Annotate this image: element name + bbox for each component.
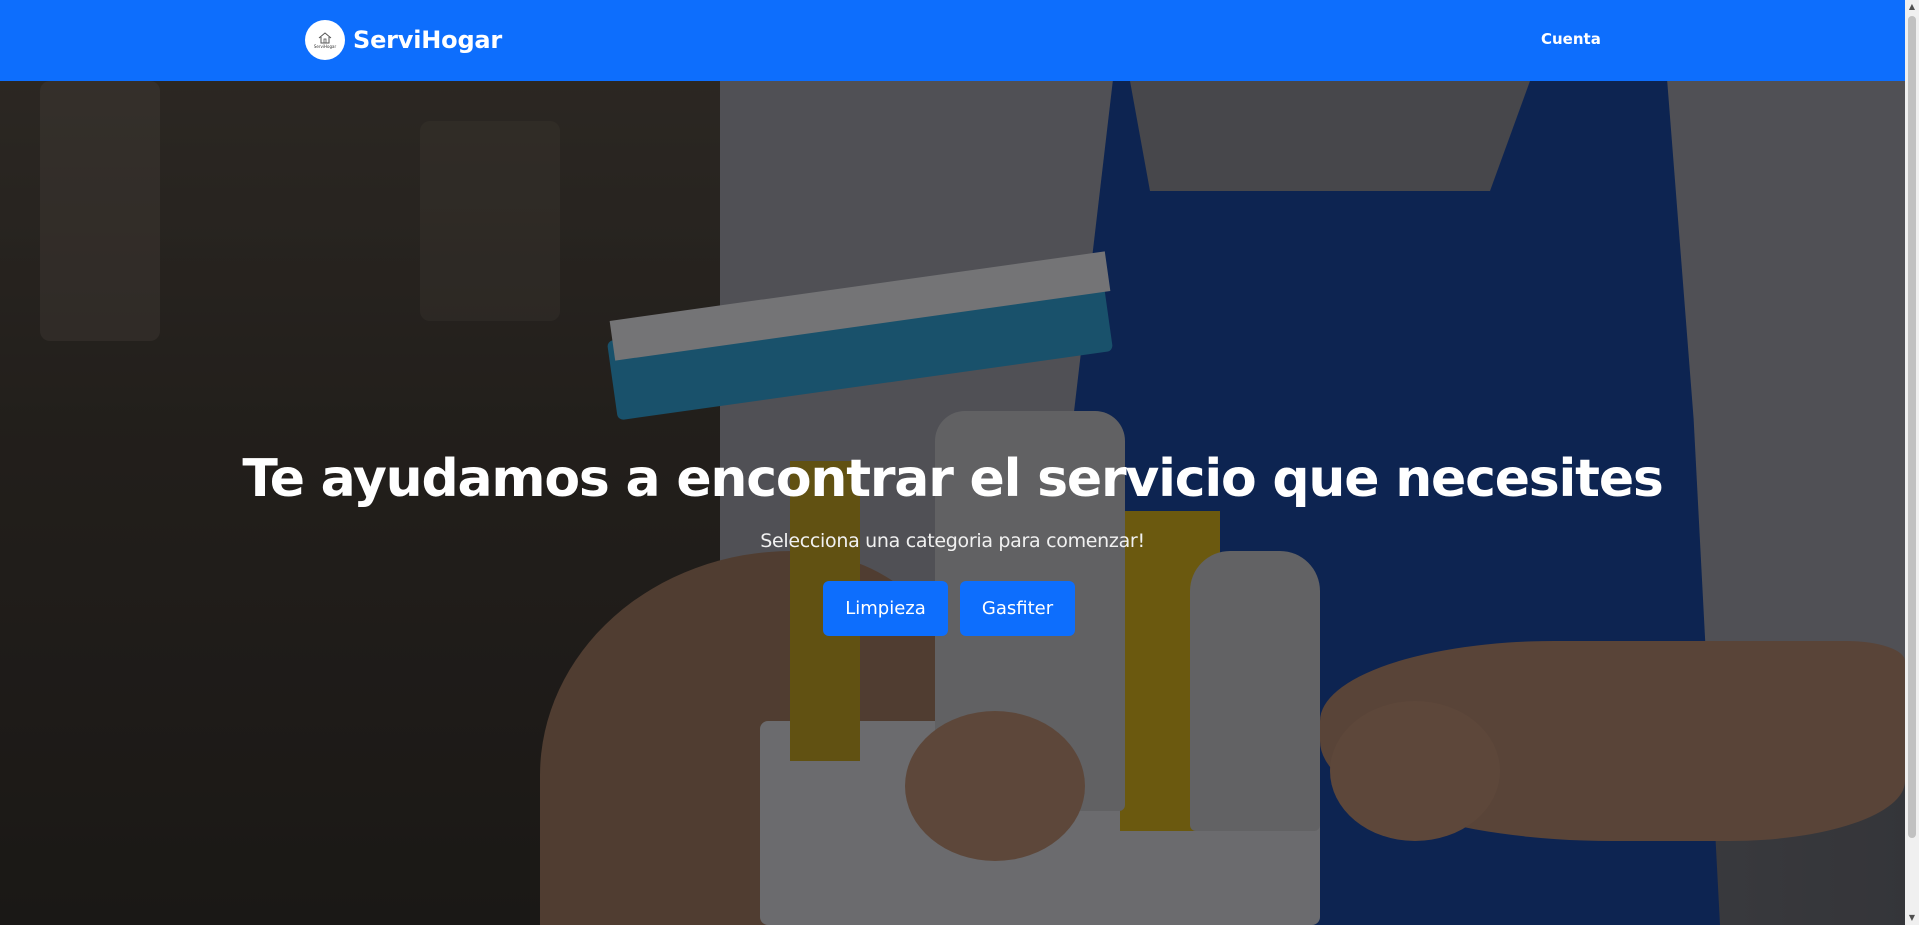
viewport: ServiHogar ServiHogar Cuenta Te ayudamos…: [0, 0, 1919, 925]
triangle-up-icon[interactable]: ▲: [1905, 0, 1919, 14]
scrollbar-thumb[interactable]: [1908, 16, 1916, 838]
vertical-scrollbar[interactable]: ▲ ▼: [1905, 0, 1919, 925]
category-button-gasfiter[interactable]: Gasfiter: [960, 581, 1075, 636]
category-button-limpieza[interactable]: Limpieza: [823, 581, 948, 636]
navbar: ServiHogar ServiHogar Cuenta: [0, 0, 1905, 81]
hero-section: Te ayudamos a encontrar el servicio que …: [0, 81, 1905, 925]
hero-subtitle: Selecciona una categoria para comenzar!: [760, 530, 1145, 552]
house-icon: [318, 31, 332, 43]
hero-title: Te ayudamos a encontrar el servicio que …: [242, 449, 1664, 509]
brand-link[interactable]: ServiHogar ServiHogar: [305, 20, 502, 60]
logo-text: ServiHogar: [313, 43, 337, 49]
brand-name: ServiHogar: [353, 26, 503, 54]
account-link[interactable]: Cuenta: [1541, 30, 1601, 48]
brand-logo: ServiHogar: [305, 20, 345, 60]
hero-content: Te ayudamos a encontrar el servicio que …: [0, 81, 1905, 925]
triangle-down-icon[interactable]: ▼: [1905, 911, 1919, 925]
